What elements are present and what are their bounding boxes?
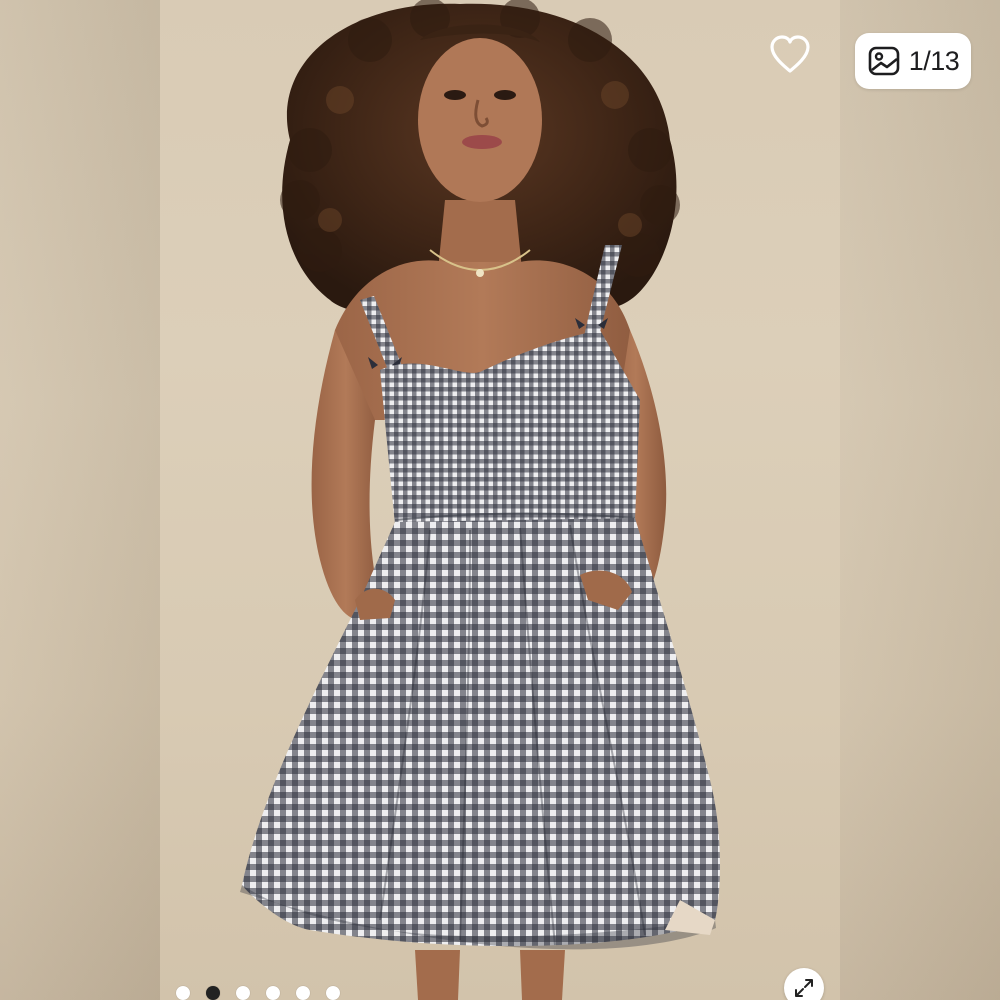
expand-icon	[795, 979, 813, 997]
pagination-dot[interactable]	[236, 986, 250, 1000]
blurred-backdrop-right	[840, 0, 1000, 1000]
pagination-dot[interactable]	[296, 986, 310, 1000]
image-counter-badge[interactable]: 1/13	[855, 33, 971, 89]
pagination-dots	[176, 986, 340, 1000]
favorite-button[interactable]	[766, 30, 814, 78]
blurred-backdrop-left	[0, 0, 160, 1000]
pagination-dot-active[interactable]	[206, 986, 220, 1000]
expand-button[interactable]	[784, 968, 824, 1000]
pagination-dot[interactable]	[176, 986, 190, 1000]
pagination-dot[interactable]	[266, 986, 280, 1000]
image-counter-text: 1/13	[908, 45, 960, 76]
pagination-dot[interactable]	[326, 986, 340, 1000]
image-gallery-icon	[868, 46, 900, 76]
image-viewer: 1/13	[0, 0, 1000, 1000]
heart-icon	[770, 35, 810, 73]
product-photo[interactable]	[160, 0, 840, 1000]
product-photo-illustration	[240, 0, 720, 1000]
